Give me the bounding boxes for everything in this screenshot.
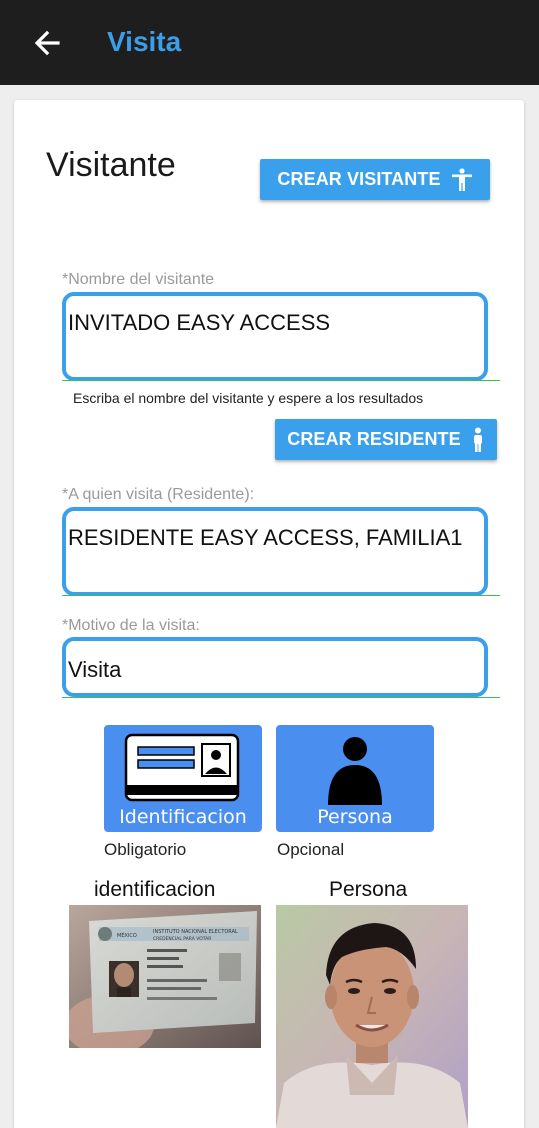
- persona-tile-label: Persona: [317, 806, 393, 828]
- crear-residente-label: CREAR RESIDENTE: [287, 429, 461, 449]
- visitante-value: INVITADO EASY ACCESS: [68, 310, 331, 335]
- identificacion-required-note: Obligatorio: [104, 840, 187, 859]
- persona-photo-title: Persona: [329, 878, 408, 901]
- person-silhouette-icon: [328, 737, 382, 805]
- id-card-icon: [124, 733, 240, 802]
- identificacion-photo: MÉXICO INSTITUTO NACIONAL ELECTORAL CRED…: [69, 905, 261, 1048]
- motivo-input[interactable]: Visita: [62, 637, 488, 697]
- visitante-label: *Nombre del visitante: [62, 271, 215, 288]
- identificacion-tile-label: Identificacion: [119, 806, 247, 828]
- visitante-helper-text: Escriba el nombre del visitante y espere…: [73, 390, 424, 406]
- accessibility-person-icon: [451, 167, 472, 191]
- id-card-type-text: CREDENCIAL PARA VOTAR: [153, 936, 211, 942]
- persona-photo: [276, 905, 468, 1128]
- page-title: Visita: [107, 26, 182, 57]
- residente-input[interactable]: RESIDENTE EASY ACCESS, FAMILIA1: [62, 507, 488, 596]
- motivo-label: *Motivo de la visita:: [62, 617, 200, 634]
- section-title: Visitante: [46, 146, 176, 184]
- persona-optional-note: Opcional: [277, 840, 345, 859]
- identificacion-capture-button[interactable]: Identificacion: [104, 725, 262, 832]
- persona-capture-button[interactable]: Persona: [276, 725, 434, 832]
- id-card-institute-text: INSTITUTO NACIONAL ELECTORAL: [153, 929, 238, 935]
- motivo-value: Visita: [68, 657, 122, 682]
- visitante-input[interactable]: INVITADO EASY ACCESS: [62, 292, 488, 381]
- residente-underline: [62, 595, 500, 596]
- residente-value: RESIDENTE EASY ACCESS, FAMILIA1: [68, 525, 463, 550]
- crear-visitante-button[interactable]: CREAR VISITANTE: [260, 159, 490, 200]
- back-button[interactable]: [28, 24, 68, 62]
- identificacion-photo-title: identificacion: [94, 878, 216, 901]
- crear-residente-button[interactable]: CREAR RESIDENTE: [275, 419, 497, 460]
- person-icon: [473, 427, 482, 452]
- arrow-left-icon: [34, 30, 60, 56]
- id-card-country-text: MÉXICO: [117, 931, 137, 939]
- motivo-underline: [62, 697, 500, 698]
- app-bar: Visita: [0, 0, 539, 85]
- crear-visitante-label: CREAR VISITANTE: [277, 169, 441, 189]
- residente-label: *A quien visita (Residente):: [62, 486, 255, 503]
- visitante-underline: [62, 380, 500, 381]
